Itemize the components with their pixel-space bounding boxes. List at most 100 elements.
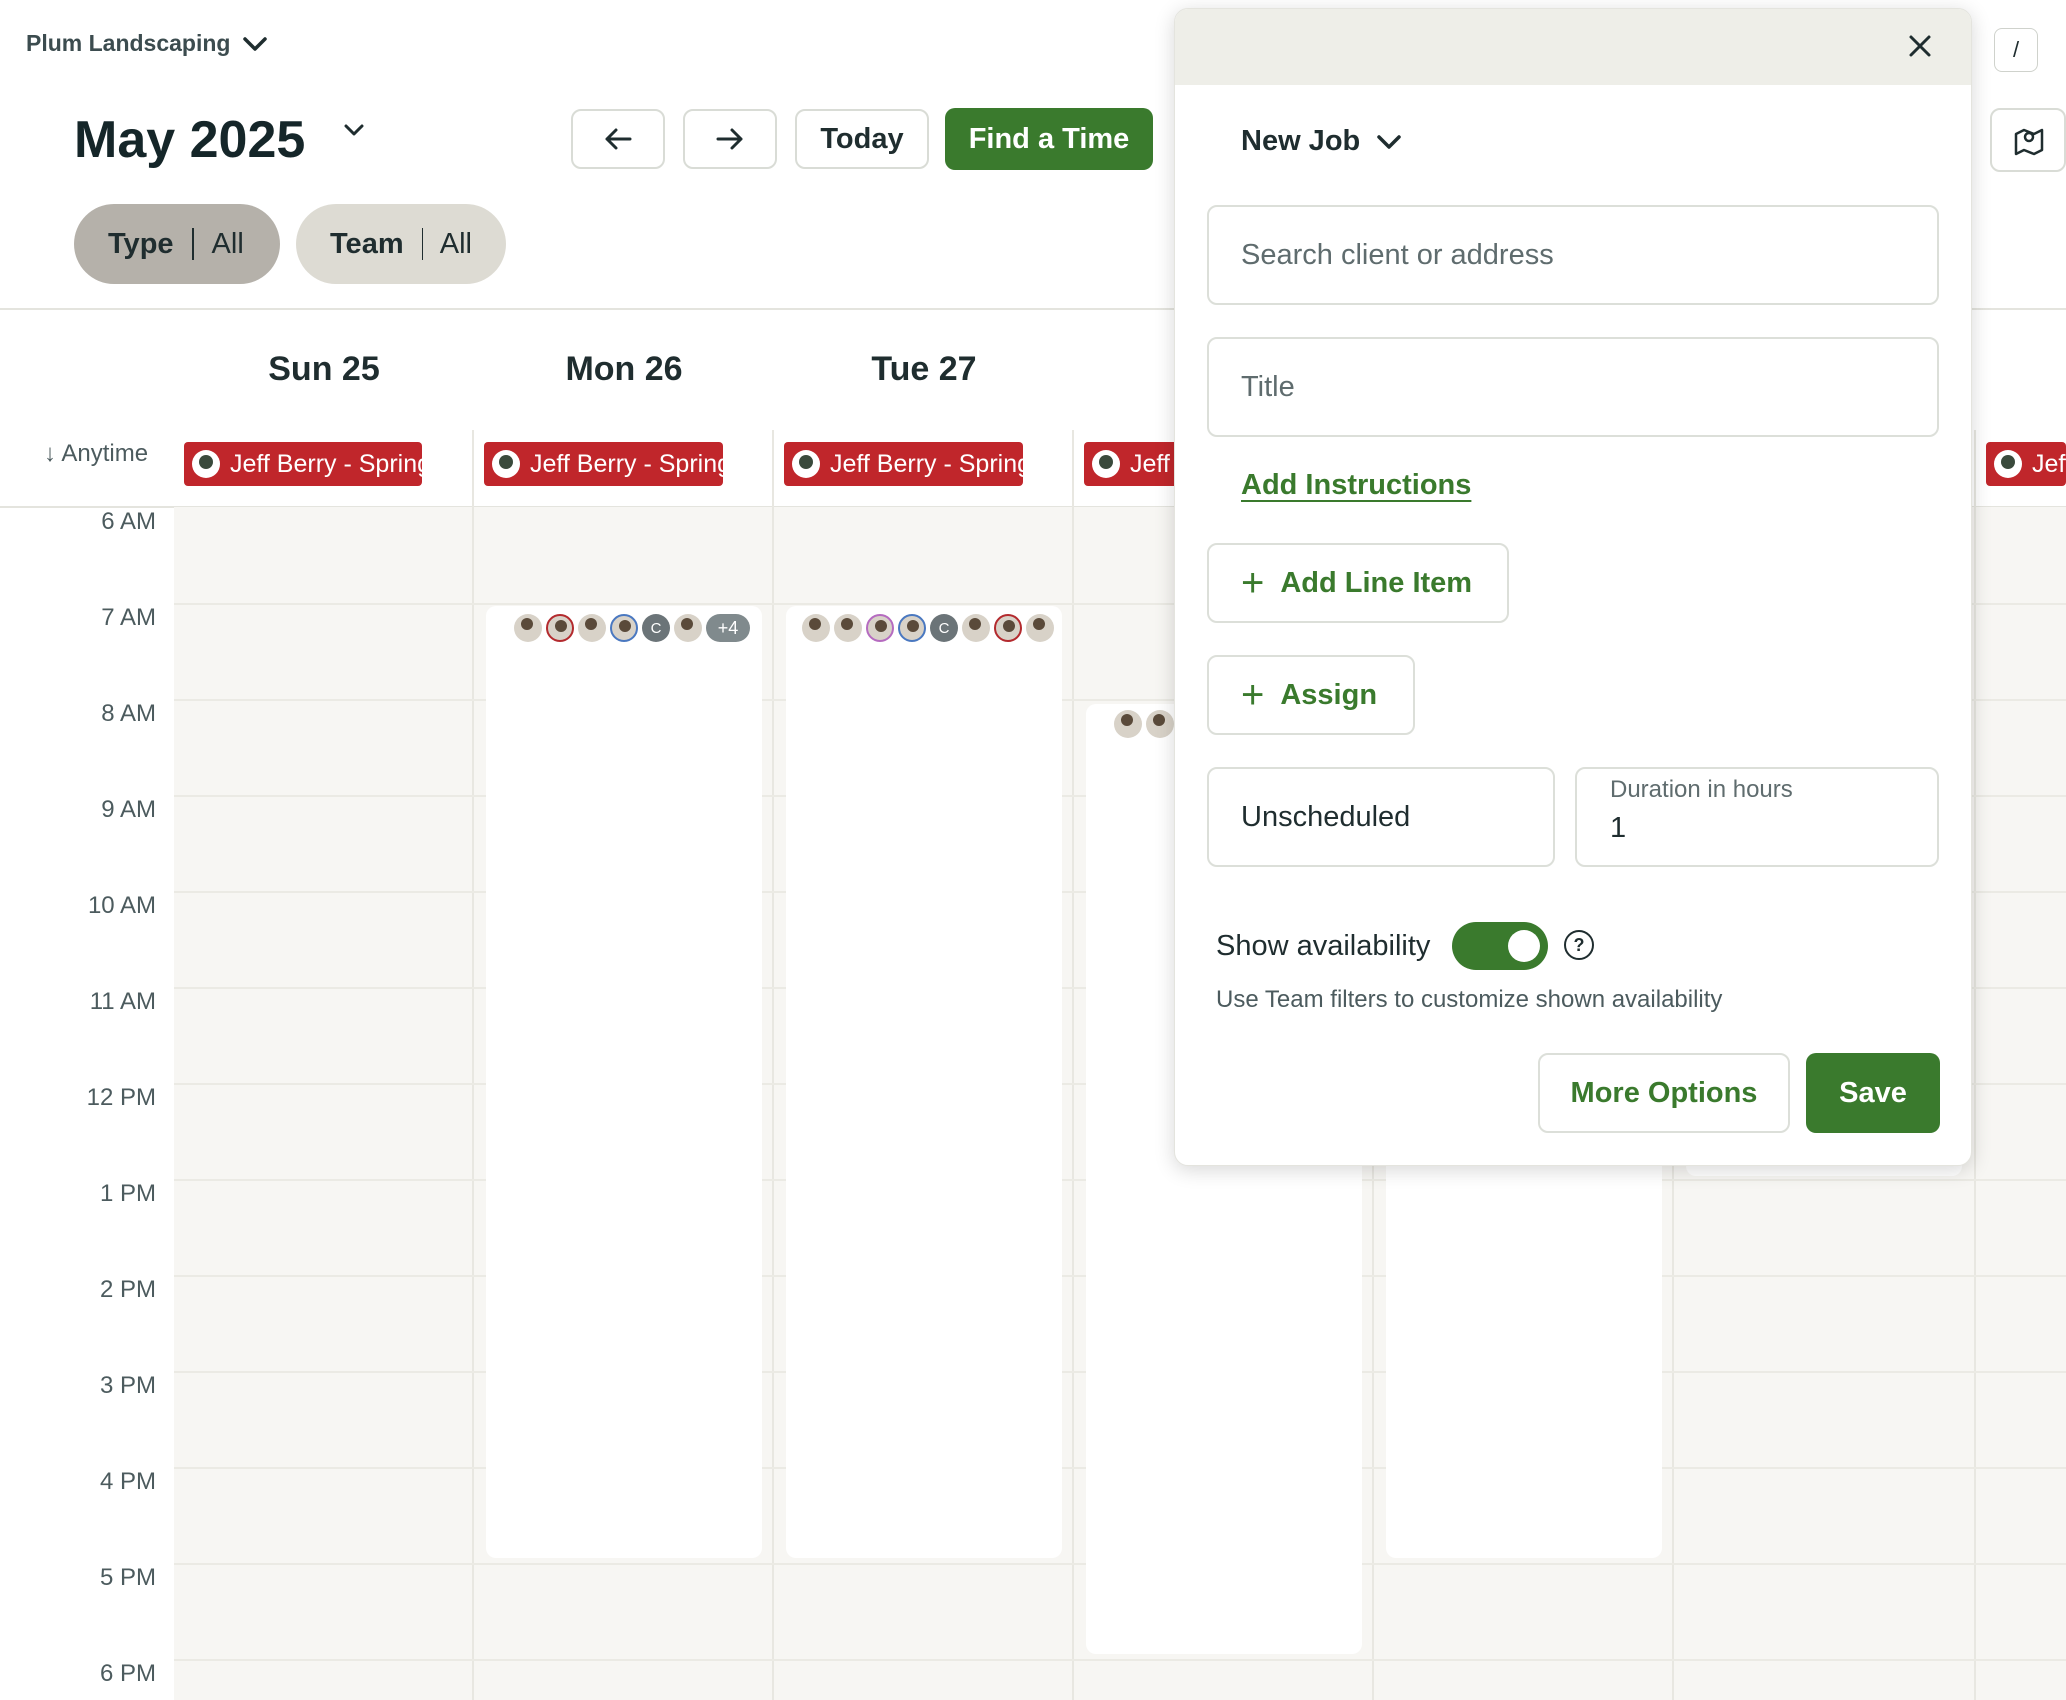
time-label: 11 AM — [89, 988, 156, 1015]
avatar — [962, 614, 990, 642]
avatar — [1994, 450, 2022, 478]
anytime-event[interactable]: Jeff Berry - Spring — [784, 442, 1023, 486]
day-header: Tue 27 — [871, 350, 977, 388]
avatar — [994, 614, 1022, 642]
type-filter[interactable]: Type All — [74, 204, 280, 284]
avatar — [802, 614, 830, 642]
plus-icon: + — [1241, 673, 1265, 717]
company-name: Plum Landscaping — [26, 30, 231, 56]
avatar — [578, 614, 606, 642]
time-label: 9 AM — [101, 796, 156, 823]
time-label: 6 AM — [101, 508, 156, 535]
time-label: 8 AM — [101, 700, 156, 727]
assign-button[interactable]: + Assign — [1207, 655, 1415, 735]
avatar — [834, 614, 862, 642]
time-label: 1 PM — [99, 1180, 156, 1207]
arrow-left-icon — [605, 128, 632, 150]
avatar — [1114, 710, 1142, 738]
plus-icon: + — [1241, 561, 1265, 605]
schedule-value: Unscheduled — [1241, 800, 1411, 833]
type-filter-value: All — [211, 227, 244, 260]
event-title: Jeff Berry - Spring — [530, 449, 723, 478]
time-label: 7 AM — [101, 604, 156, 631]
availability-hint: Use Team filters to customize shown avai… — [1216, 986, 1723, 1013]
save-button[interactable]: Save — [1806, 1053, 1940, 1133]
event-title: Jeff Berry - Spring — [830, 449, 1023, 478]
avatar — [866, 614, 894, 642]
avatar — [792, 450, 820, 478]
show-availability-toggle[interactable] — [1452, 922, 1548, 970]
avatar-initial: C — [930, 614, 958, 642]
search-client-input[interactable]: Search client or address — [1207, 205, 1939, 305]
type-filter-label: Type — [108, 227, 174, 260]
team-filter-label: Team — [330, 227, 404, 260]
chevron-down-icon — [243, 36, 268, 51]
time-label: 3 PM — [99, 1372, 156, 1399]
avatar — [192, 450, 220, 478]
calendar-event[interactable] — [786, 606, 1062, 1558]
team-filter-value: All — [439, 227, 472, 260]
arrow-right-icon — [716, 128, 743, 150]
day-divider — [1974, 430, 1976, 1700]
title-placeholder: Title — [1241, 370, 1295, 403]
month-title: May 2025 — [74, 111, 306, 169]
today-button[interactable]: Today — [795, 109, 929, 169]
calendar-event[interactable] — [486, 606, 762, 1558]
assignee-avatars: C — [802, 614, 1054, 642]
job-type-label: New Job — [1241, 125, 1361, 157]
more-assignees-badge: +4 — [706, 614, 750, 642]
avatar — [514, 614, 542, 642]
avatar — [1146, 710, 1174, 738]
time-label: 6 PM — [99, 1660, 156, 1687]
anytime-label: ↓ Anytime — [44, 440, 149, 467]
hour-line — [174, 1659, 2066, 1661]
avatar — [1026, 614, 1054, 642]
schedule-field[interactable]: Unscheduled — [1207, 767, 1555, 867]
anytime-event[interactable]: Jeff Berry - Spring — [184, 442, 422, 486]
month-chevron-icon[interactable] — [342, 122, 366, 138]
help-icon[interactable]: ? — [1564, 930, 1594, 960]
next-button[interactable] — [683, 109, 777, 169]
calendar-event[interactable] — [1386, 1100, 1662, 1558]
anytime-event[interactable]: Jeff Berry - Spring — [484, 442, 723, 486]
avatar — [610, 614, 638, 642]
avatar-initial: C — [642, 614, 670, 642]
company-switcher[interactable]: Plum Landscaping — [26, 30, 268, 57]
duration-value: 1 — [1610, 812, 1627, 844]
job-type-dropdown[interactable]: New Job — [1241, 125, 1402, 158]
filter-divider — [191, 228, 194, 260]
chevron-down-icon — [1377, 134, 1401, 149]
team-filter[interactable]: Team All — [296, 204, 506, 284]
map-button[interactable] — [1990, 108, 2066, 172]
day-header: Sun 25 — [268, 350, 380, 388]
duration-label: Duration in hours — [1610, 776, 1793, 803]
assignee-avatars — [1114, 710, 1174, 738]
add-instructions-link[interactable]: Add Instructions — [1241, 469, 1471, 502]
time-label: 5 PM — [99, 1564, 156, 1591]
find-a-time-button[interactable]: Find a Time — [945, 108, 1153, 170]
title-input[interactable]: Title — [1207, 337, 1939, 437]
assignee-avatars: C +4 — [514, 614, 750, 642]
add-line-item-button[interactable]: + Add Line Item — [1207, 543, 1509, 623]
day-header: Mon 26 — [565, 350, 683, 388]
close-icon[interactable] — [1905, 31, 1935, 61]
add-line-item-label: Add Line Item — [1280, 566, 1473, 599]
avatar — [1092, 450, 1120, 478]
more-options-button[interactable]: More Options — [1538, 1053, 1790, 1133]
anytime-event[interactable]: Jeff Berry - Spring — [1986, 442, 2066, 486]
shortcut-button[interactable]: / — [1994, 28, 2038, 72]
time-label: 12 PM — [86, 1084, 156, 1111]
popover-header — [1175, 9, 1971, 85]
anytime-event[interactable]: Jeff Berry - Spring — [1084, 442, 1184, 486]
avatar — [492, 450, 520, 478]
time-label: 10 AM — [87, 892, 156, 919]
map-icon — [2014, 128, 2044, 156]
day-divider — [472, 430, 474, 1700]
avatar — [546, 614, 574, 642]
day-divider — [1072, 430, 1074, 1700]
prev-button[interactable] — [571, 109, 665, 169]
assign-label: Assign — [1280, 678, 1378, 711]
time-label: 4 PM — [99, 1468, 156, 1495]
event-title: Jeff Berry - Spring — [2032, 449, 2066, 478]
avatar — [674, 614, 702, 642]
